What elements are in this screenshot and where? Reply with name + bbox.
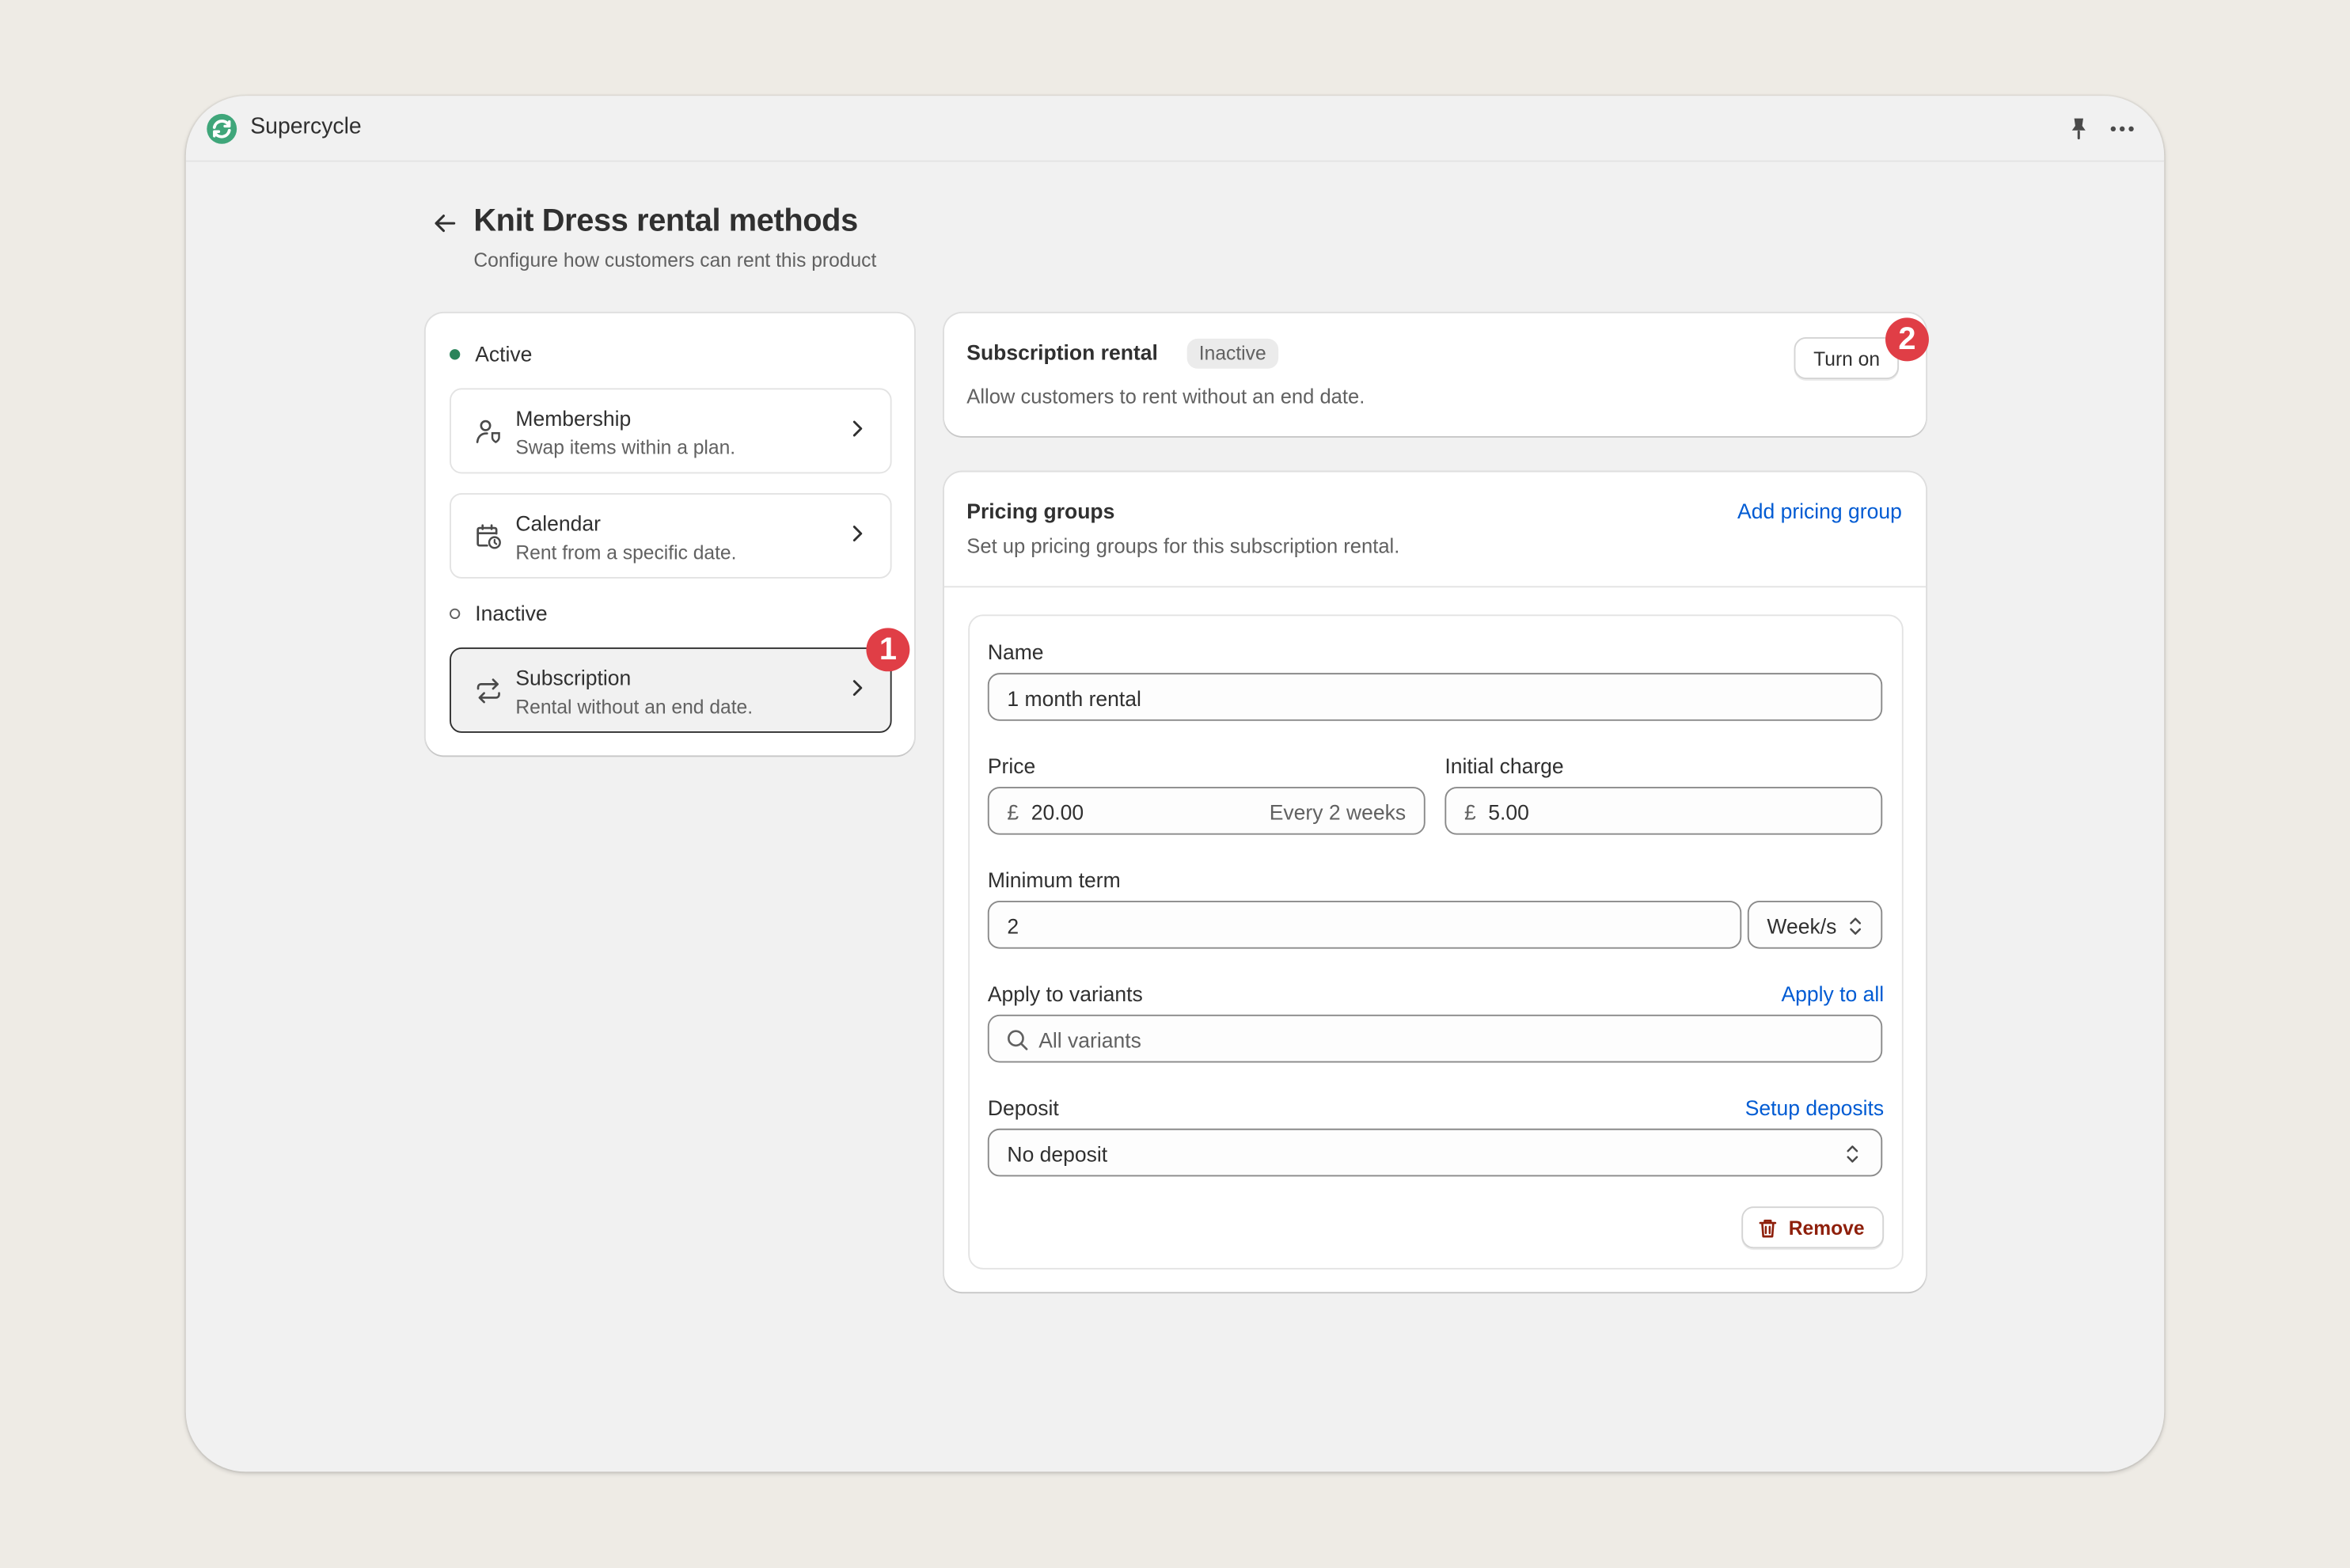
variants-search-input[interactable]: All variants	[987, 1014, 1883, 1063]
price-input[interactable]: £ 20.00 Every 2 weeks	[987, 787, 1426, 835]
active-group-header: Active	[450, 342, 532, 366]
name-label: Name	[987, 640, 1044, 664]
page-title: Knit Dress rental methods	[473, 203, 858, 239]
price-input-value: 20.00	[1031, 800, 1084, 825]
inactive-dot-icon	[450, 607, 461, 619]
status-badge: Inactive	[1186, 338, 1278, 369]
pin-icon[interactable]	[2063, 114, 2094, 144]
setup-deposits-link[interactable]: Setup deposits	[1745, 1095, 1884, 1119]
method-calendar[interactable]: Calendar Rent from a specific date.	[450, 492, 892, 579]
select-chevron-icon	[1850, 917, 1862, 935]
inactive-group-header: Inactive	[450, 601, 548, 625]
calendar-clock-icon	[476, 524, 501, 549]
subscription-rental-desc: Allow customers to rent without an end d…	[966, 385, 1365, 408]
remove-button[interactable]: Remove	[1742, 1206, 1885, 1249]
repeat-arrows-icon	[476, 678, 500, 704]
name-input-value: 1 month rental	[1007, 686, 1141, 711]
method-membership-title: Membership	[515, 406, 632, 431]
chevron-right-icon	[852, 420, 863, 437]
apply-to-all-link[interactable]: Apply to all	[1781, 981, 1884, 1005]
apply-variants-label: Apply to variants	[987, 981, 1143, 1006]
name-input[interactable]: 1 month rental	[987, 673, 1883, 721]
term-unit-select[interactable]: Week/s	[1747, 900, 1883, 949]
variants-placeholder: All variants	[1038, 1027, 1141, 1053]
pricing-groups-title: Pricing groups	[966, 499, 1115, 523]
deposit-select[interactable]: No deposit	[987, 1128, 1883, 1177]
turn-on-button[interactable]: Turn on	[1794, 337, 1900, 380]
remove-label: Remove	[1788, 1217, 1865, 1240]
annotation-badge-2: 2	[1885, 317, 1929, 362]
active-label: Active	[475, 341, 533, 366]
back-arrow-icon[interactable]	[430, 208, 460, 238]
select-chevron-icon	[1847, 1145, 1858, 1163]
trash-icon	[1760, 1219, 1777, 1238]
person-badge-icon	[476, 420, 500, 443]
search-icon	[1008, 1030, 1028, 1050]
pricing-group-item: Name 1 month rental Price £ 20.00 Every …	[968, 614, 1904, 1270]
subscription-rental-title: Subscription rental	[966, 340, 1158, 365]
initial-charge-label: Initial charge	[1445, 754, 1564, 778]
deposit-label: Deposit	[987, 1095, 1059, 1120]
page-subtitle: Configure how customers can rent this pr…	[473, 249, 877, 271]
initial-charge-input[interactable]: £ 5.00	[1445, 787, 1883, 835]
active-dot-icon	[450, 348, 461, 359]
annotation-badge-1: 1	[866, 628, 910, 672]
minimum-term-value: 2	[1007, 914, 1019, 939]
deposit-value: No deposit	[1007, 1141, 1108, 1167]
rental-methods-card: Active Membership Swap items within a pl…	[425, 313, 915, 756]
method-calendar-title: Calendar	[515, 511, 601, 535]
method-membership[interactable]: Membership Swap items within a plan.	[450, 388, 892, 474]
add-pricing-group-link[interactable]: Add pricing group	[1737, 499, 1902, 523]
method-subscription-title: Subscription	[515, 665, 632, 690]
pricing-groups-card: Pricing groups Add pricing group Set up …	[943, 472, 1927, 1293]
chevron-right-icon	[852, 680, 863, 697]
chevron-right-icon	[852, 526, 863, 542]
more-horizontal-icon[interactable]	[2107, 114, 2137, 144]
section-divider	[943, 586, 1927, 588]
method-subscription-desc: Rental without an end date.	[515, 695, 754, 718]
term-unit-value: Week/s	[1767, 914, 1837, 939]
minimum-term-input[interactable]: 2	[987, 900, 1742, 949]
method-subscription[interactable]: Subscription Rental without an end date.	[450, 647, 892, 733]
method-membership-desc: Swap items within a plan.	[515, 436, 736, 459]
price-label: Price	[987, 754, 1036, 778]
subscription-rental-card: Subscription rental Inactive Allow custo…	[943, 313, 1929, 437]
minimum-term-label: Minimum term	[987, 868, 1121, 892]
app-name: Supercycle	[250, 113, 362, 140]
method-calendar-desc: Rent from a specific date.	[515, 541, 737, 564]
pricing-groups-desc: Set up pricing groups for this subscript…	[966, 534, 1400, 558]
price-interval: Every 2 weeks	[1269, 800, 1407, 825]
initial-charge-currency: £	[1464, 800, 1476, 825]
app-topbar: Supercycle	[185, 96, 2165, 162]
app-window: Supercycle Knit Dress rental methods Con…	[185, 96, 2165, 1472]
initial-charge-value: 5.00	[1488, 800, 1529, 825]
price-currency: £	[1007, 800, 1019, 825]
supercycle-logo-icon	[207, 113, 237, 144]
inactive-label: Inactive	[475, 601, 548, 625]
